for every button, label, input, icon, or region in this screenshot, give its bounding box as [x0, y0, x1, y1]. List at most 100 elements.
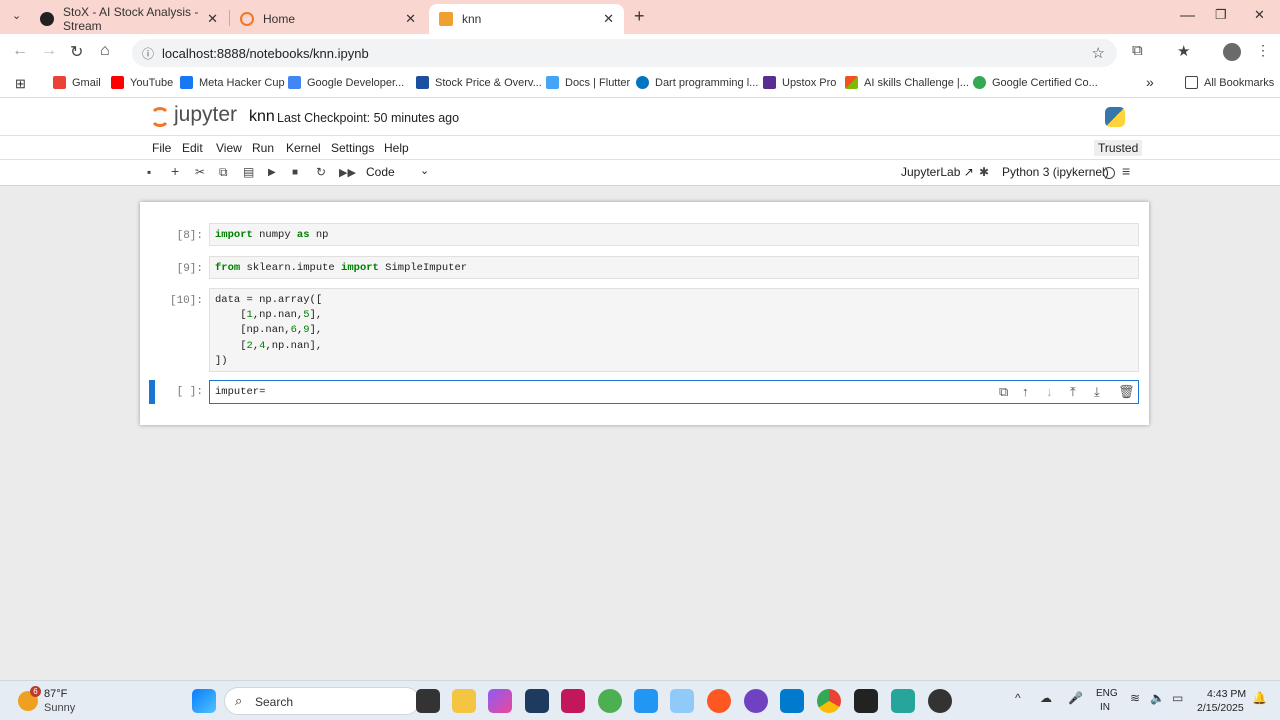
github-desktop-icon[interactable] [744, 689, 768, 713]
minimize-button[interactable]: — [1180, 7, 1195, 24]
bookmark-flutter-docs[interactable]: Docs | Flutter [546, 76, 630, 89]
move-up-icon[interactable]: ↑ [1022, 384, 1029, 399]
kernel-name[interactable]: Python 3 (ipykernel) [1002, 165, 1109, 179]
url-field[interactable]: ⓘ localhost:8888/notebooks/knn.ipynb ☆ [132, 39, 1117, 67]
insert-above-icon[interactable]: ⤒ [1070, 384, 1076, 400]
close-tab-icon[interactable]: ✕ [405, 11, 416, 27]
jupyter-logo-text[interactable]: jupyter [174, 103, 237, 127]
bookmark-youtube[interactable]: YouTube [111, 76, 173, 89]
run-icon[interactable]: ▶ [268, 167, 276, 178]
jetbrains-icon[interactable] [561, 689, 585, 713]
apps-grid-icon[interactable]: ⊞ [15, 76, 26, 92]
tab-home[interactable]: Home ✕ [230, 4, 426, 34]
taskbar-search[interactable]: ⌕ Search [224, 687, 420, 715]
stop-icon[interactable]: ■ [292, 167, 298, 178]
bookmark-ai-skills[interactable]: AI skills Challenge |... [845, 76, 969, 89]
file-explorer-icon[interactable] [452, 689, 476, 713]
cell-type-select[interactable]: Code ⌄ [366, 165, 429, 179]
close-tab-icon[interactable]: ✕ [207, 11, 218, 27]
volume-icon[interactable]: 🔈 [1150, 691, 1165, 705]
chrome-icon[interactable] [817, 689, 841, 713]
microphone-icon[interactable]: 🎤 [1068, 691, 1083, 705]
reload-icon[interactable]: ↻ [70, 42, 83, 62]
extensions-icon[interactable]: ⧉ [1132, 42, 1143, 59]
clock-date[interactable]: 2/15/2025 [1197, 702, 1244, 714]
postman-icon[interactable] [707, 689, 731, 713]
language-top[interactable]: ENG [1096, 688, 1118, 699]
site-info-icon[interactable]: ⓘ [142, 45, 154, 62]
menu-view[interactable]: View [216, 141, 242, 155]
show-hidden-icons[interactable]: ^ [1015, 691, 1021, 705]
menu-file[interactable]: File [152, 141, 171, 155]
cloud-icon[interactable]: ☁ [1040, 691, 1052, 705]
more-bookmarks-icon[interactable]: » [1146, 74, 1154, 90]
bookmark-star-icon[interactable]: ☆ [1092, 44, 1105, 62]
bookmark-upstox[interactable]: Upstox Pro [763, 76, 836, 89]
bookmark-google-certified[interactable]: Google Certified Co... [973, 76, 1098, 89]
cell-editor[interactable]: data = np.array([ [1,np.nan,5], [np.nan,… [209, 288, 1139, 372]
windows-start-icon[interactable] [192, 689, 216, 713]
profile-avatar[interactable] [1223, 43, 1241, 61]
bookmark-dart[interactable]: Dart programming l... [636, 76, 758, 89]
bookmark-gmail[interactable]: Gmail [53, 76, 101, 89]
all-bookmarks-button[interactable]: All Bookmarks [1185, 76, 1274, 89]
bookmark-google-developer[interactable]: Google Developer... [288, 76, 404, 89]
language-bottom[interactable]: IN [1100, 702, 1110, 713]
trusted-badge[interactable]: Trusted [1094, 140, 1143, 156]
notebook-title[interactable]: knn [249, 108, 275, 126]
browser-menu-icon[interactable]: ⋮ [1256, 42, 1270, 59]
save-icon[interactable]: ▪ [147, 165, 151, 179]
copilot-icon[interactable] [488, 689, 512, 713]
cell-editor[interactable]: import numpy as np [209, 223, 1139, 246]
duplicate-cell-icon[interactable]: ⧉ [999, 384, 1008, 400]
restart-run-all-icon[interactable]: ▶▶ [339, 166, 356, 179]
notification-icon[interactable]: 🔔 [1252, 691, 1267, 705]
paste-icon[interactable]: ▤ [243, 165, 254, 179]
notepad-icon[interactable] [891, 689, 915, 713]
clock-time[interactable]: 4:43 PM [1207, 688, 1246, 700]
mongodb-icon[interactable] [598, 689, 622, 713]
menu-run[interactable]: Run [252, 141, 274, 155]
home-icon[interactable]: ⌂ [100, 42, 110, 60]
menu-kernel[interactable]: Kernel [286, 141, 321, 155]
back-icon[interactable]: ← [12, 42, 28, 60]
wifi-icon[interactable]: ≋ [1130, 691, 1140, 705]
kernel-menu-icon[interactable]: ≡ [1122, 163, 1130, 179]
jupyterlab-link[interactable]: JupyterLab ↗ [901, 165, 974, 179]
insert-below-icon[interactable]: ⤓ [1094, 384, 1100, 400]
tab-search-icon[interactable]: ⌄ [12, 9, 21, 22]
insert-cell-icon[interactable]: + [171, 163, 179, 179]
menu-help[interactable]: Help [384, 141, 409, 155]
weather-temp[interactable]: 87°F [44, 688, 67, 700]
restart-icon[interactable]: ↻ [316, 165, 326, 179]
tab-knn[interactable]: knn ✕ [429, 4, 624, 34]
menu-settings[interactable]: Settings [331, 141, 374, 155]
forward-icon[interactable]: → [41, 42, 57, 60]
bookmarks-panel-icon[interactable]: ★ [1177, 42, 1190, 60]
move-down-icon[interactable]: ↓ [1046, 384, 1053, 399]
close-window-button[interactable]: ✕ [1254, 7, 1265, 23]
task-view-icon[interactable] [416, 689, 440, 713]
new-tab-button[interactable]: + [634, 6, 645, 27]
copy-icon[interactable]: ⧉ [219, 165, 228, 180]
delete-cell-icon[interactable]: 🗑 [1118, 384, 1135, 400]
bookmark-stock-price[interactable]: Stock Price & Overv... [416, 76, 542, 89]
obs-icon[interactable] [928, 689, 952, 713]
terminal-icon[interactable] [854, 689, 878, 713]
cell-prompt: [10]: [169, 295, 203, 307]
cut-icon[interactable]: ✂ [195, 165, 205, 179]
network-icon[interactable] [670, 689, 694, 713]
bookmark-meta-hacker-cup[interactable]: Meta Hacker Cup [180, 76, 285, 89]
debugger-icon[interactable]: ✱ [979, 165, 989, 179]
vscode-icon[interactable] [780, 689, 804, 713]
menu-edit[interactable]: Edit [182, 141, 203, 155]
tab-stox[interactable]: StoX - AI Stock Analysis - Stream ✕ [30, 4, 228, 34]
code-text: [np.nan, [215, 324, 291, 337]
dev-icon[interactable] [525, 689, 549, 713]
cell-editor[interactable]: from sklearn.impute import SimpleImputer [209, 256, 1139, 279]
weather-desc[interactable]: Sunny [44, 702, 75, 714]
battery-icon[interactable]: ▭ [1172, 691, 1183, 705]
maximize-button[interactable]: ❐ [1215, 7, 1227, 23]
android-studio-icon[interactable] [634, 689, 658, 713]
close-tab-icon[interactable]: ✕ [603, 11, 614, 27]
